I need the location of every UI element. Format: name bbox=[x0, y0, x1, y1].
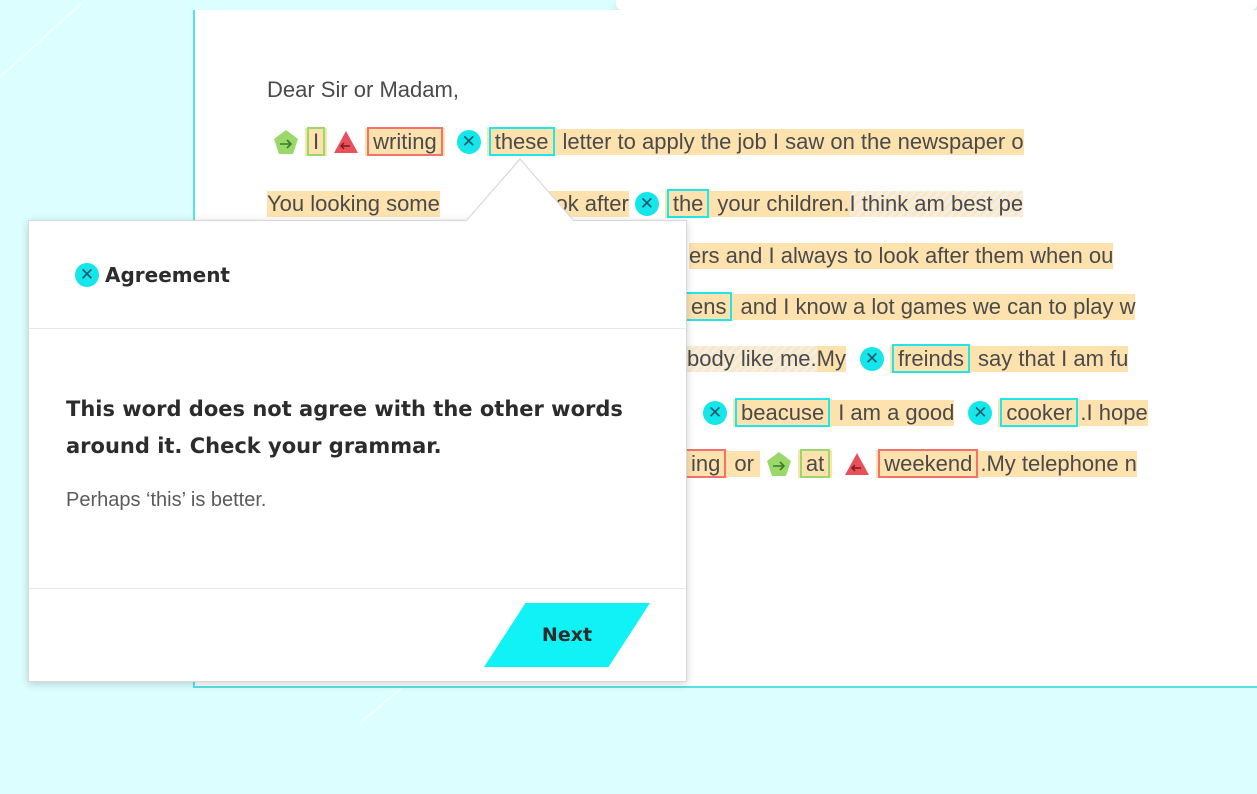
popup-category-title: Agreement bbox=[105, 262, 230, 287]
x-circle-icon: ✕ bbox=[75, 262, 99, 287]
highlighted-text: letter to apply the job I saw on the new… bbox=[556, 129, 1024, 155]
x-circle-icon[interactable]: ✕ bbox=[859, 347, 884, 371]
arrow-pentagon-icon[interactable] bbox=[273, 129, 299, 155]
greeting: Dear Sir or Madam, bbox=[267, 77, 459, 102]
highlighted-text: ers and I always to look after them when… bbox=[689, 243, 1114, 269]
arrow-pentagon-icon[interactable] bbox=[766, 451, 792, 477]
error-word-missing[interactable]: I bbox=[305, 127, 328, 156]
highlighted-text: say that I am fu bbox=[972, 346, 1129, 372]
text-line-2: You looking some to look after ✕ the you… bbox=[267, 187, 1024, 221]
highlighted-text: your children. bbox=[711, 191, 850, 217]
feedback-popup: ✕ Agreement This word does not agree wit… bbox=[28, 220, 687, 682]
next-button-label: Next bbox=[541, 624, 593, 646]
highlighted-text: I am a good bbox=[832, 400, 955, 426]
highlighted-text: and I know a lot games we can to play w bbox=[734, 294, 1136, 320]
error-word-agreement[interactable]: the bbox=[664, 189, 712, 218]
text-line-4: ens and I know a lot games we can to pla… bbox=[687, 290, 1136, 324]
error-word-agreement-active[interactable]: these bbox=[486, 127, 557, 156]
x-circle-icon[interactable]: ✕ bbox=[968, 401, 993, 425]
highlighted-text: or bbox=[728, 451, 760, 477]
highlighted-text: You looking some bbox=[267, 191, 440, 217]
text-line-6: ✕ beacuse I am a good ✕ cooker .I hope bbox=[703, 396, 1148, 430]
error-word-agreement[interactable]: beacuse bbox=[733, 398, 833, 427]
x-circle-icon[interactable]: ✕ bbox=[703, 401, 727, 425]
error-word-wrong[interactable]: ing bbox=[687, 449, 729, 478]
error-word-agreement[interactable]: cooker bbox=[998, 398, 1081, 427]
popup-header: ✕ Agreement bbox=[29, 221, 686, 329]
hatched-text: body like me. bbox=[687, 346, 817, 372]
stacked-card bbox=[616, 0, 1257, 10]
arrow-triangle-icon[interactable] bbox=[844, 452, 870, 476]
highlighted-text: My bbox=[816, 346, 846, 372]
popup-suggestion: Perhaps ‘this’ is better. bbox=[66, 489, 267, 511]
popup-pointer bbox=[466, 158, 574, 222]
error-word-agreement[interactable]: freinds bbox=[889, 344, 972, 373]
error-word-wrong[interactable]: weekend bbox=[876, 449, 981, 478]
highlighted-text: .I hope bbox=[1080, 400, 1148, 426]
next-button[interactable]: Next bbox=[484, 603, 650, 667]
arrow-triangle-icon[interactable] bbox=[333, 130, 359, 154]
error-word-missing[interactable]: at bbox=[797, 449, 833, 478]
popup-message: This word does not agree with the other … bbox=[66, 397, 623, 458]
greeting-line: Dear Sir or Madam, bbox=[267, 73, 459, 107]
text-line-1: I writing ✕ these letter to apply the jo… bbox=[273, 125, 1024, 159]
text-line-7: ing or at weekend .My telephone n bbox=[687, 447, 1137, 481]
text-line-3: ers and I always to look after them when… bbox=[689, 239, 1114, 273]
text-line-5: body like me. My ✕ freinds say that I am… bbox=[687, 342, 1129, 376]
background-decoration bbox=[0, 2, 83, 78]
error-word-agreement[interactable]: ens bbox=[687, 292, 735, 321]
hatched-text: I think am best pe bbox=[849, 191, 1024, 217]
x-circle-icon[interactable]: ✕ bbox=[634, 192, 659, 216]
popup-footer-divider bbox=[29, 588, 686, 589]
error-word-wrong[interactable]: writing bbox=[365, 127, 445, 156]
x-circle-icon[interactable]: ✕ bbox=[456, 130, 481, 154]
highlighted-text: .My telephone n bbox=[980, 451, 1137, 477]
